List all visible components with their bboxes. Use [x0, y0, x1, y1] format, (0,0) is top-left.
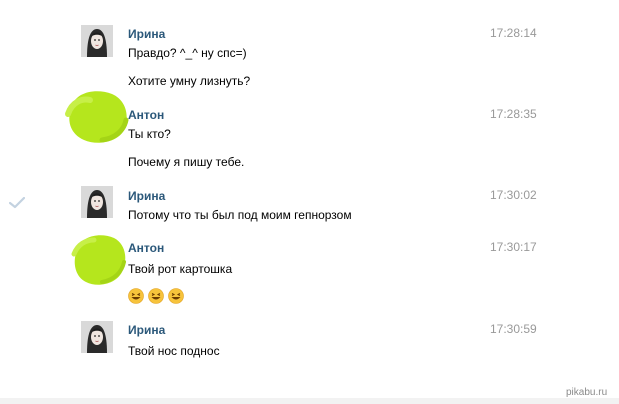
- watermark: pikabu.ru: [566, 387, 608, 398]
- avatar-photo-icon: [81, 321, 113, 353]
- message-time[interactable]: 17:30:59: [490, 322, 537, 336]
- avatar[interactable]: [81, 321, 113, 353]
- message-irina-3: Ирина 17:30:59 Твой нос поднос: [0, 0, 619, 370]
- author-name[interactable]: Ирина: [128, 323, 165, 337]
- message-text: Твой нос поднос: [128, 344, 220, 358]
- bottom-bar: [0, 398, 619, 404]
